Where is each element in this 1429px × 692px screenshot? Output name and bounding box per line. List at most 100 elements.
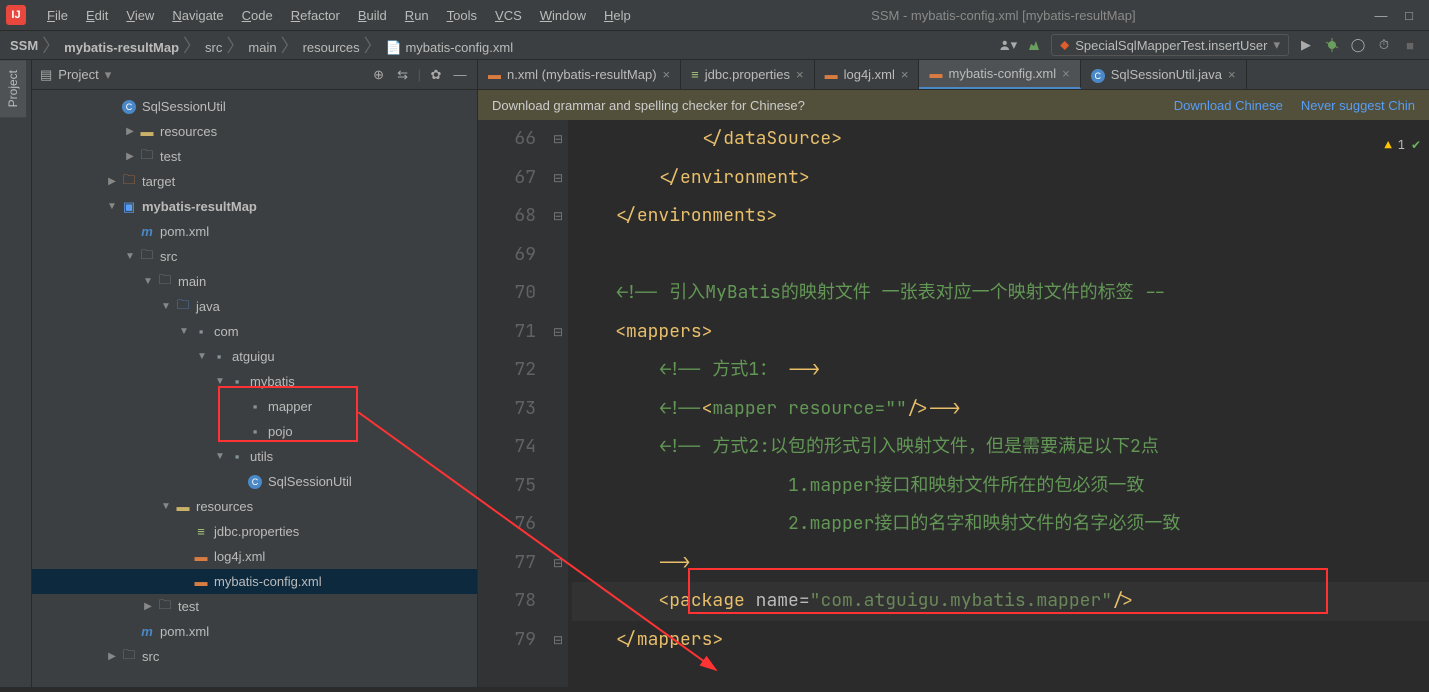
fold-marker[interactable]: ⊟ [548, 197, 568, 236]
menu-file[interactable]: File [38, 8, 77, 23]
tree-node-jdbc-properties[interactable]: ≡jdbc.properties [32, 519, 477, 544]
fold-marker[interactable] [548, 505, 568, 544]
menu-help[interactable]: Help [595, 8, 640, 23]
tree-node-resources[interactable]: ▶▬resources [32, 119, 477, 144]
banner-link-download[interactable]: Download Chinese [1174, 98, 1283, 113]
profile-button[interactable]: ⏱ [1375, 36, 1393, 54]
maximize-button[interactable]: □ [1395, 8, 1423, 23]
code-line[interactable]: <!--<mapper resource=""/>--> [572, 390, 1429, 429]
breadcrumb-part[interactable]: resources [303, 40, 360, 55]
tree-arrow-icon[interactable]: ▼ [104, 201, 120, 212]
expand-all-icon[interactable]: ⇆ [394, 66, 412, 84]
line-number[interactable]: 77 [478, 544, 536, 583]
tree-arrow-icon[interactable]: ▼ [158, 301, 174, 312]
tree-node-mybatis-config-xml[interactable]: ▬mybatis-config.xml [32, 569, 477, 594]
line-number[interactable]: 72 [478, 351, 536, 390]
stop-button[interactable]: ■ [1401, 36, 1419, 54]
close-icon[interactable]: × [796, 67, 804, 82]
tree-node-atguigu[interactable]: ▼▪atguigu [32, 344, 477, 369]
run-config-selector[interactable]: ⬥ SpecialSqlMapperTest.insertUser ▾ [1051, 34, 1289, 56]
line-number[interactable]: 68 [478, 197, 536, 236]
tree-node-mapper[interactable]: ▪mapper [32, 394, 477, 419]
gear-icon[interactable]: ✿ [427, 66, 445, 84]
menu-build[interactable]: Build [349, 8, 396, 23]
tree-node-mybatis-resultmap[interactable]: ▼▣mybatis-resultMap [32, 194, 477, 219]
close-icon[interactable]: × [1062, 66, 1070, 81]
tree-node-pom-xml[interactable]: mpom.xml [32, 619, 477, 644]
menu-tools[interactable]: Tools [438, 8, 486, 23]
tree-node-mybatis[interactable]: ▼▪mybatis [32, 369, 477, 394]
code-line[interactable]: </dataSource> [572, 120, 1429, 159]
tree-arrow-icon[interactable]: ▼ [140, 276, 156, 287]
fold-marker[interactable] [548, 428, 568, 467]
tree-node-log4j-xml[interactable]: ▬log4j.xml [32, 544, 477, 569]
fold-marker[interactable] [548, 236, 568, 275]
code-line[interactable]: 2.mapper接口的名字和映射文件的名字必须一致 [572, 505, 1429, 544]
inspection-badge[interactable]: ▲1 ✔ [1385, 126, 1421, 165]
tree-node-com[interactable]: ▼▪com [32, 319, 477, 344]
code-line[interactable]: 1.mapper接口和映射文件所在的包必须一致 [572, 467, 1429, 506]
fold-marker[interactable] [548, 390, 568, 429]
tree-arrow-icon[interactable]: ▼ [212, 451, 228, 462]
code-line[interactable]: <!-- 方式2:以包的形式引入映射文件，但是需要满足以下2点 [572, 428, 1429, 467]
close-icon[interactable]: × [901, 67, 909, 82]
line-number[interactable]: 69 [478, 236, 536, 275]
select-opened-file-icon[interactable]: ⊕ [370, 66, 388, 84]
tree-node-test[interactable]: ▶🗀test [32, 594, 477, 619]
hide-panel-icon[interactable]: — [451, 66, 469, 84]
editor-tab-jdbc-properties[interactable]: ≡jdbc.properties× [681, 60, 814, 89]
tree-node-pojo[interactable]: ▪pojo [32, 419, 477, 444]
fold-gutter[interactable]: ⊟⊟⊟⊟⊟⊟ [548, 120, 568, 687]
fold-marker[interactable] [548, 467, 568, 506]
code-area[interactable]: 6667686970717273747576777879 ⊟⊟⊟⊟⊟⊟ </da… [478, 120, 1429, 687]
fold-marker[interactable]: ⊟ [548, 544, 568, 583]
tree-arrow-icon[interactable]: ▼ [212, 376, 228, 387]
menu-navigate[interactable]: Navigate [163, 8, 232, 23]
code-line[interactable]: <!-- 引入MyBatis的映射文件 一张表对应一个映射文件的标签 -- [572, 274, 1429, 313]
line-number[interactable]: 79 [478, 621, 536, 660]
tree-node-sqlsessionutil[interactable]: CSqlSessionUtil [32, 94, 477, 119]
tree-node-target[interactable]: ▶🗀target [32, 169, 477, 194]
line-number[interactable]: 78 [478, 582, 536, 621]
build-icon[interactable] [1025, 36, 1043, 54]
line-number[interactable]: 66 [478, 120, 536, 159]
run-button[interactable]: ▶ [1297, 36, 1315, 54]
user-icon[interactable]: ▾ [999, 36, 1017, 54]
tree-arrow-icon[interactable]: ▶ [122, 151, 138, 162]
editor-tab-n-xml--mybatis-resultmap-[interactable]: ▬n.xml (mybatis-resultMap)× [478, 60, 681, 89]
tree-arrow-icon[interactable]: ▶ [140, 601, 156, 612]
tree-node-test[interactable]: ▶🗀test [32, 144, 477, 169]
breadcrumb-part[interactable]: main [248, 40, 276, 55]
tree-arrow-icon[interactable]: ▼ [158, 501, 174, 512]
editor-tab-sqlsessionutil-java[interactable]: CSqlSessionUtil.java× [1081, 60, 1247, 89]
breadcrumb[interactable]: SSM 〉mybatis-resultMap〉src〉main〉resource… [10, 32, 513, 58]
code-line[interactable]: <mappers> [572, 313, 1429, 352]
close-icon[interactable]: × [663, 67, 671, 82]
editor-tab-log4j-xml[interactable]: ▬log4j.xml× [815, 60, 920, 89]
breadcrumb-root[interactable]: SSM [10, 38, 38, 53]
tree-node-src[interactable]: ▶🗀src [32, 644, 477, 669]
menu-view[interactable]: View [117, 8, 163, 23]
breadcrumb-part[interactable]: src [205, 40, 222, 55]
tree-arrow-icon[interactable]: ▼ [122, 251, 138, 262]
banner-link-never[interactable]: Never suggest Chin [1301, 98, 1415, 113]
line-number[interactable]: 70 [478, 274, 536, 313]
breadcrumb-part[interactable]: mybatis-resultMap [64, 40, 179, 55]
code-line[interactable]: </environment> [572, 159, 1429, 198]
editor-tab-mybatis-config-xml[interactable]: ▬mybatis-config.xml× [919, 60, 1080, 89]
line-number[interactable]: 75 [478, 467, 536, 506]
fold-marker[interactable] [548, 582, 568, 621]
tree-arrow-icon[interactable]: ▶ [122, 126, 138, 137]
menu-run[interactable]: Run [396, 8, 438, 23]
code-line[interactable]: <!-- 方式1： --> [572, 351, 1429, 390]
line-number[interactable]: 74 [478, 428, 536, 467]
tree-arrow-icon[interactable]: ▶ [104, 651, 120, 662]
line-number[interactable]: 76 [478, 505, 536, 544]
tree-node-main[interactable]: ▼🗀main [32, 269, 477, 294]
line-number[interactable]: 73 [478, 390, 536, 429]
fold-marker[interactable]: ⊟ [548, 159, 568, 198]
menu-code[interactable]: Code [233, 8, 282, 23]
tree-node-pom-xml[interactable]: mpom.xml [32, 219, 477, 244]
chevron-down-icon[interactable]: ▾ [105, 67, 112, 83]
code-line[interactable]: </mappers> [572, 621, 1429, 660]
